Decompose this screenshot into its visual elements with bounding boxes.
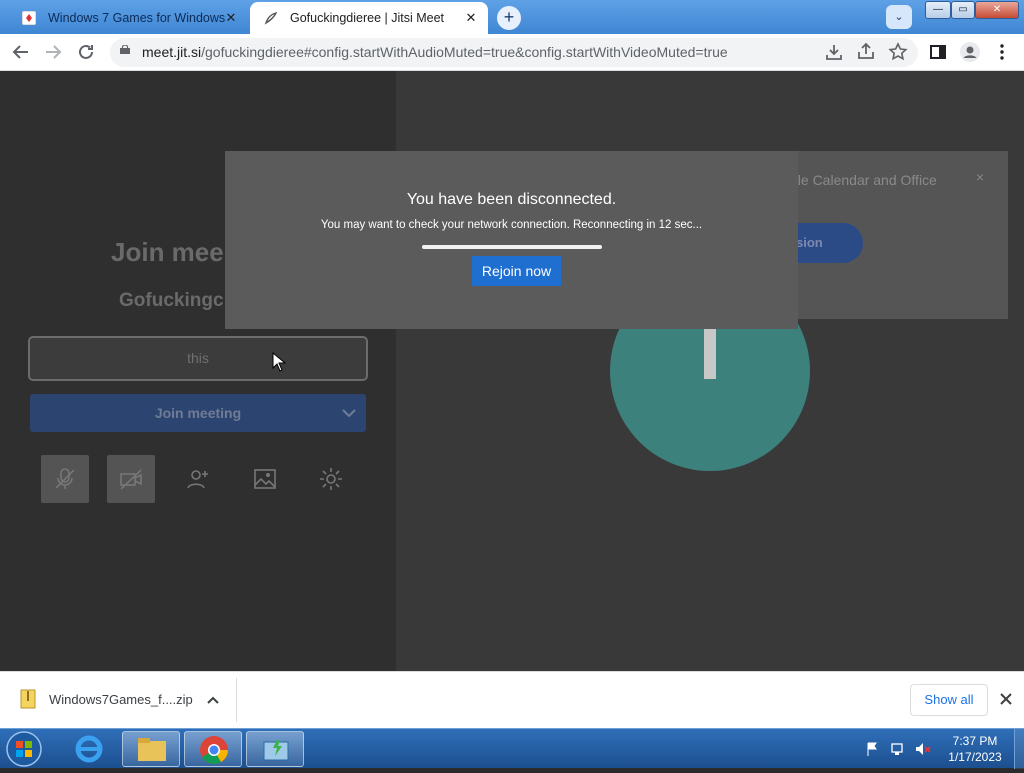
share-icon [858, 42, 874, 59]
maximize-button[interactable]: ▭ [951, 1, 975, 19]
join-meeting-button[interactable]: Join meeting [30, 394, 366, 432]
jitsi-feather-icon [264, 11, 278, 25]
back-arrow-icon [12, 45, 28, 59]
forward-arrow-icon [46, 45, 62, 59]
back-button[interactable] [9, 40, 33, 64]
close-banner-icon[interactable]: × [976, 169, 984, 185]
forward-button[interactable] [41, 40, 65, 64]
bookmark-button[interactable] [886, 40, 910, 64]
windows-taskbar: 7:37 PM 1/17/2023 [0, 728, 1024, 769]
new-tab-button[interactable]: + [497, 6, 521, 30]
calendar-banner-button[interactable]: sion [790, 223, 863, 263]
zip-file-icon [20, 689, 36, 709]
internet-explorer-icon [75, 735, 103, 763]
reconnect-progress-fill [422, 245, 602, 249]
system-tray-icons[interactable] [866, 741, 936, 757]
dialog-message: You may want to check your network conne… [320, 219, 703, 231]
lock-icon [120, 45, 130, 54]
reload-button[interactable] [74, 40, 98, 64]
kebab-menu-icon [1000, 44, 1004, 60]
rejoin-now-button[interactable]: Rejoin now [472, 256, 561, 286]
mouse-cursor-icon [272, 352, 286, 372]
install-app-button[interactable] [822, 40, 846, 64]
tab-windows7-games[interactable]: Windows 7 Games for Windows ✕ [8, 2, 248, 34]
menu-button[interactable] [990, 40, 1014, 64]
close-icon[interactable] [998, 691, 1014, 707]
show-desktop-button[interactable] [1014, 729, 1024, 769]
chevron-up-icon[interactable] [206, 693, 220, 707]
star-icon [888, 42, 908, 61]
download-shelf: Windows7Games_f....zip Show all [0, 671, 1024, 728]
chevron-down-icon[interactable] [342, 406, 356, 420]
close-tab-icon[interactable]: ✕ [464, 11, 478, 25]
reconnect-progress-bar [422, 245, 602, 249]
reload-icon [79, 44, 93, 59]
installer-icon [263, 740, 289, 761]
download-icon [826, 45, 842, 60]
display-name-input[interactable]: this [28, 336, 368, 381]
disconnected-dialog [225, 151, 798, 329]
settings-gear-icon[interactable] [318, 466, 344, 492]
start-button-icon[interactable] [4, 730, 44, 768]
tab-jitsi-meet[interactable]: Gofuckingdieree | Jitsi Meet ✕ [250, 2, 488, 34]
tab-title: Windows 7 Games for Windows [48, 11, 226, 25]
side-panel-icon [930, 45, 946, 59]
invite-people-icon[interactable] [185, 466, 211, 492]
profile-icon [960, 42, 980, 62]
url-host: meet.jit.si [142, 44, 202, 60]
close-window-button[interactable]: ✕ [975, 1, 1019, 19]
tab-bar: Windows 7 Games for Windows ✕ Gofuckingd… [0, 0, 1024, 34]
background-image-icon[interactable] [252, 466, 278, 492]
url-path: /gofuckingdieree#config.startWithAudioMu… [201, 44, 728, 60]
chrome-icon [200, 736, 228, 764]
download-file-name[interactable]: Windows7Games_f....zip [49, 692, 193, 707]
chrome-taskbar-button[interactable] [184, 731, 242, 767]
playing-card-icon [22, 11, 36, 25]
installer-taskbar-button[interactable] [246, 731, 304, 767]
clock-date[interactable]: 1/17/2023 [940, 750, 1010, 764]
show-all-downloads-button[interactable]: Show all [910, 684, 988, 716]
browser-toolbar: meet.jit.si/gofuckingdieree#config.start… [0, 34, 1024, 71]
close-tab-icon[interactable]: ✕ [224, 11, 238, 25]
camera-muted-icon [120, 469, 142, 490]
dialog-title: You have been disconnected. [406, 191, 617, 208]
clock-time[interactable]: 7:37 PM [940, 734, 1010, 748]
tab-title: Gofuckingdieree | Jitsi Meet [290, 11, 445, 25]
profile-button[interactable] [958, 40, 982, 64]
tab-search-button[interactable]: ⌄ [886, 5, 912, 29]
divider [236, 678, 237, 722]
join-meeting-label: Join meeting [154, 405, 242, 421]
internet-explorer-taskbar-button[interactable] [60, 731, 118, 767]
microphone-muted-icon [55, 468, 75, 489]
file-explorer-taskbar-button[interactable] [122, 731, 180, 767]
jitsi-page: Join mee Gofuckingc this Join meeting gl… [0, 71, 1024, 671]
side-panel-button[interactable] [926, 40, 950, 64]
share-button[interactable] [854, 40, 878, 64]
address-bar[interactable]: meet.jit.si/gofuckingdieree#config.start… [110, 38, 918, 67]
folder-icon [138, 738, 166, 761]
calendar-banner-text: gle Calendar and Office [790, 172, 937, 188]
meeting-name: Gofuckingc [119, 290, 224, 311]
page-title: Join mee [111, 237, 224, 267]
minimize-button[interactable]: — [925, 1, 951, 19]
